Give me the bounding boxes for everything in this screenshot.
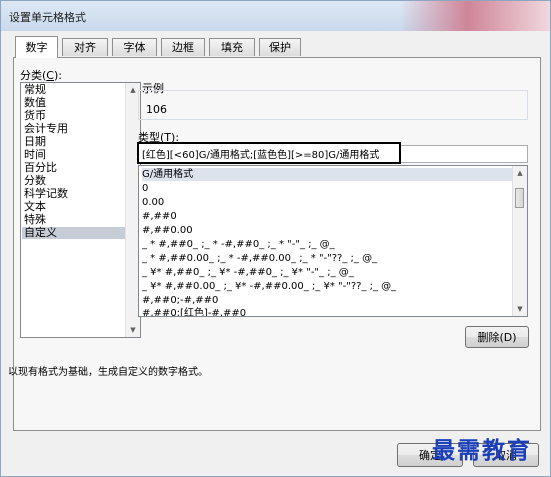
format-cells-dialog: 设置单元格格式 数字 对齐 字体 边框 填充 保护 分类(C): 常规 数值 货… xyxy=(0,0,551,477)
tab-alignment[interactable]: 对齐 xyxy=(62,38,108,56)
format-list-scrollbar[interactable]: ▲ ▼ xyxy=(512,166,527,316)
scroll-down-arrow-icon[interactable]: ▼ xyxy=(127,323,139,337)
format-item[interactable]: #,##0;[红色]-#,##0 xyxy=(142,307,512,316)
sample-value: 106 xyxy=(146,103,167,116)
format-item[interactable]: _ * #,##0.00_ ;_ * -#,##0.00_ ;_ * "-"??… xyxy=(142,252,512,265)
tab-protection[interactable]: 保护 xyxy=(259,38,301,56)
sample-groupbox xyxy=(138,90,528,120)
format-item[interactable]: _ * #,##0_ ;_ * -#,##0_ ;_ * "-"_ ;_ @_ xyxy=(142,238,512,251)
format-item[interactable]: #,##0;-#,##0 xyxy=(142,294,512,307)
category-list[interactable]: 常规 数值 货币 会计专用 日期 时间 百分比 分数 科学记数 文本 特殊 自定… xyxy=(20,82,141,338)
tab-border[interactable]: 边框 xyxy=(161,38,205,56)
category-item-date[interactable]: 日期 xyxy=(22,136,128,148)
scroll-down-arrow-icon[interactable]: ▼ xyxy=(514,302,526,316)
scroll-thumb[interactable] xyxy=(515,188,524,208)
tab-number[interactable]: 数字 xyxy=(15,36,58,58)
title-bar[interactable]: 设置单元格格式 xyxy=(1,1,550,31)
format-item[interactable]: 0.00 xyxy=(142,196,512,209)
format-code-list[interactable]: G/通用格式 0 0.00 #,##0 #,##0.00 _ * #,##0_ … xyxy=(138,165,528,317)
category-item-accounting[interactable]: 会计专用 xyxy=(22,123,128,135)
format-item[interactable]: #,##0 xyxy=(142,210,512,223)
category-item-scientific[interactable]: 科学记数 xyxy=(22,188,128,200)
category-item-percentage[interactable]: 百分比 xyxy=(22,162,128,174)
category-item-text[interactable]: 文本 xyxy=(22,201,128,213)
category-item-general[interactable]: 常规 xyxy=(22,84,128,96)
format-item[interactable]: _ ¥* #,##0.00_ ;_ ¥* -#,##0.00_ ;_ ¥* "-… xyxy=(142,280,512,293)
tab-fill[interactable]: 填充 xyxy=(209,38,255,56)
category-item-special[interactable]: 特殊 xyxy=(22,214,128,226)
category-item-currency[interactable]: 货币 xyxy=(22,110,128,122)
category-item-fraction[interactable]: 分数 xyxy=(22,175,128,187)
delete-button[interactable]: 删除(D) xyxy=(465,326,529,348)
dialog-title: 设置单元格格式 xyxy=(9,11,86,24)
type-input[interactable] xyxy=(137,142,401,164)
format-item[interactable]: _ ¥* #,##0_ ;_ ¥* -#,##0_ ;_ ¥* "-"_ ;_ … xyxy=(142,266,512,279)
type-input-extension xyxy=(401,145,528,163)
category-item-number[interactable]: 数值 xyxy=(22,97,128,109)
format-item[interactable]: 0 xyxy=(142,182,512,195)
title-bar-glow xyxy=(400,1,550,31)
category-item-time[interactable]: 时间 xyxy=(22,149,128,161)
number-tab-panel: 分类(C): 常规 数值 货币 会计专用 日期 时间 百分比 分数 科学记数 文… xyxy=(8,57,541,431)
scroll-up-arrow-icon[interactable]: ▲ xyxy=(514,166,526,180)
format-item[interactable]: #,##0.00 xyxy=(142,224,512,237)
format-item[interactable]: G/通用格式 xyxy=(142,168,512,181)
tab-font[interactable]: 字体 xyxy=(112,38,157,56)
hint-text: 以现有格式为基础，生成自定义的数字格式。 xyxy=(8,367,208,378)
category-item-custom[interactable]: 自定义 xyxy=(22,227,128,239)
watermark-logo: 最需教育 xyxy=(432,437,532,464)
category-label: 分类(C): xyxy=(20,69,62,82)
